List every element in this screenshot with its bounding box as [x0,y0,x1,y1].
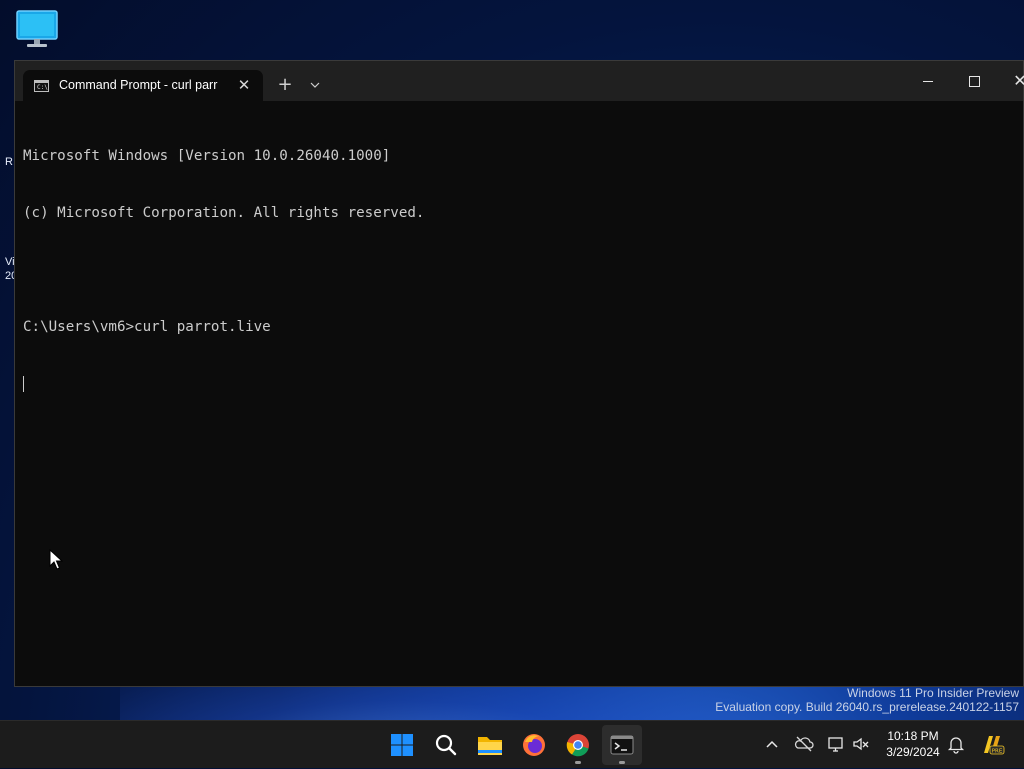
network-icon [828,737,843,752]
desktop-edge-text: R [5,156,13,168]
copilot-pre-icon: PRE [984,736,1005,755]
terminal-window[interactable]: C:\ Command Prompt - curl parr ✕ + ✕ Mic… [14,60,1024,687]
command-prompt-icon-text: C:\ [37,84,48,91]
search-icon [435,734,457,756]
title-bar[interactable]: C:\ Command Prompt - curl parr ✕ + ✕ [15,61,1024,101]
text-cursor [23,376,24,392]
taskbar: 10:18 PM 3/29/2024 PRE [0,720,1024,768]
bell-icon [947,737,965,754]
close-window-button[interactable]: ✕ [997,61,1024,101]
start-button[interactable] [382,725,422,765]
clock[interactable]: 10:18 PM 3/29/2024 [876,728,950,760]
watermark-line-2: Evaluation copy. Build 26040.rs_prerelea… [715,700,1019,714]
show-hidden-icons-button[interactable] [761,733,783,755]
new-tab-button[interactable]: + [273,73,297,97]
minimize-button[interactable] [905,61,951,101]
console-cursor-line [23,375,1015,394]
copilot-button[interactable]: PRE [979,733,1005,755]
clock-date: 3/29/2024 [886,745,940,759]
minimize-icon [923,81,933,82]
maximize-button[interactable] [951,61,997,101]
watermark-line-1: Windows 11 Pro Insider Preview [847,686,1019,700]
chrome-icon [566,734,589,757]
notifications-button[interactable] [945,733,967,755]
console-line: Microsoft Windows [Version 10.0.26040.10… [23,148,391,164]
close-tab-button[interactable]: ✕ [233,74,255,96]
volume-button[interactable] [850,733,872,755]
maximize-icon [969,76,980,87]
chevron-up-icon [766,740,778,748]
firefox-icon [523,734,545,756]
terminal-taskbar-button[interactable] [602,725,642,765]
tab-command-prompt[interactable]: C:\ Command Prompt - curl parr ✕ [23,70,263,101]
file-explorer-button[interactable] [470,725,510,765]
this-pc-desktop-icon[interactable] [14,8,64,54]
evaluation-watermark: Windows 11 Pro Insider Preview Evaluatio… [715,686,1019,714]
console-line: (c) Microsoft Corporation. All rights re… [23,205,425,221]
onedrive-button[interactable] [793,733,815,755]
clock-time: 10:18 PM [887,729,939,743]
monitor-icon [16,10,58,47]
cloud-off-icon [794,736,814,752]
tab-title: Command Prompt - curl parr [59,78,218,92]
console-output[interactable]: Microsoft Windows [Version 10.0.26040.10… [23,109,1015,678]
search-button[interactable] [426,725,466,765]
command-prompt-icon: C:\ [34,80,49,92]
svg-text:PRE: PRE [992,749,1003,755]
network-button[interactable] [825,733,847,755]
windows-logo-icon [391,734,413,756]
console-line: C:\Users\vm6>curl parrot.live [23,319,271,335]
chrome-button[interactable] [558,725,598,765]
speaker-muted-icon [853,737,869,751]
terminal-icon [610,735,634,755]
folder-icon [478,737,502,755]
mouse-pointer-icon [49,549,63,570]
firefox-button[interactable] [514,725,554,765]
tab-dropdown-button[interactable] [305,73,325,97]
chevron-down-icon [310,82,320,88]
